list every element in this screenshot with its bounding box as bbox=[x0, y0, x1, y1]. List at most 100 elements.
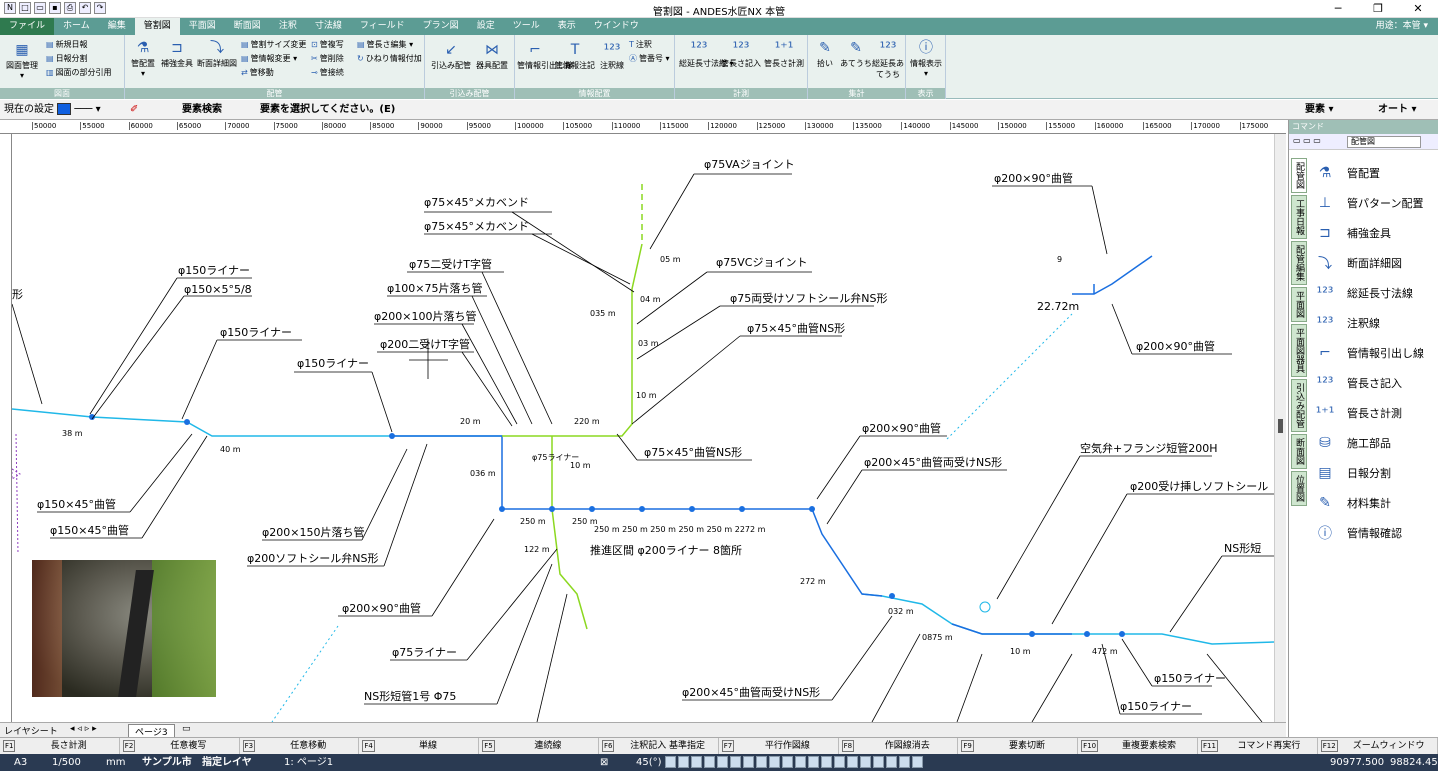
label-200-valve[interactable]: φ200ソフトシール弁NS形 bbox=[247, 551, 378, 565]
tab-pipe-drawing[interactable]: 管割図 bbox=[134, 18, 180, 35]
tab-plan[interactable]: 平面図 bbox=[180, 18, 225, 35]
label-200-90-bend-3[interactable]: φ200×90°曲管 bbox=[1136, 339, 1215, 353]
label-75vc-joint[interactable]: φ75VCジョイント bbox=[716, 256, 807, 269]
label-150-liner-4[interactable]: φ150ライナー bbox=[1154, 672, 1226, 685]
sheet-nav-buttons[interactable]: ◂ ◃ ▹ ▸ bbox=[70, 724, 97, 734]
fkey-f12[interactable]: F12 ズームウィンドウ bbox=[1318, 738, 1438, 754]
cmd-reinforce[interactable]: ⊐ 補強金具 bbox=[1313, 222, 1391, 244]
annotation-button[interactable]: T 注釈 bbox=[629, 39, 652, 50]
panel-category-select[interactable]: 配管図 bbox=[1347, 136, 1421, 148]
current-setting[interactable]: 現在の設定 ─── ▾ bbox=[4, 102, 101, 118]
panel-tool-icons[interactable]: ▭ ▭ ▭ bbox=[1293, 136, 1321, 145]
partial-quote-button[interactable]: ▥ 図面の部分引用 bbox=[46, 67, 112, 78]
label-75-45-bend-1[interactable]: φ75×45°曲管NS形 bbox=[747, 321, 845, 335]
new-report-button[interactable]: ▤ 新規日報 bbox=[46, 39, 88, 50]
tab-tools[interactable]: ツール bbox=[504, 18, 549, 35]
section-detail-button[interactable]: ⤵ 断面詳細図 bbox=[195, 39, 239, 69]
tab-window[interactable]: ウインドウ bbox=[585, 18, 648, 35]
cmd-note-line[interactable]: ¹²³ 注釈線 bbox=[1313, 312, 1380, 334]
label-100-75-reducer[interactable]: φ100×75片落ち管 bbox=[387, 281, 482, 295]
cmd-pipe-pattern[interactable]: ⊥ 管パターン配置 bbox=[1313, 192, 1424, 214]
label-75-liner[interactable]: φ75ライナー bbox=[392, 646, 457, 659]
label-ns-short-pipe[interactable]: NS形短管1号 Φ75 bbox=[364, 689, 456, 703]
cmd-pipe-info-check[interactable]: ⓘ 管情報確認 bbox=[1313, 522, 1402, 544]
vtab-plan-fixture[interactable]: 平面図器具 bbox=[1291, 324, 1307, 377]
tab-settings[interactable]: 設定 bbox=[468, 18, 504, 35]
label-200-90-bend-2[interactable]: φ200×90°曲管 bbox=[994, 171, 1073, 185]
cmd-total-dimension[interactable]: ¹²³ 総延長寸法線 bbox=[1313, 282, 1413, 304]
tab-plan-drawing[interactable]: プラン図 bbox=[414, 18, 468, 35]
status-scale[interactable]: 1/500 bbox=[52, 754, 81, 771]
layer-sheet-tab[interactable]: レイヤシート bbox=[4, 724, 58, 737]
label-150-45-bend-1[interactable]: φ150×45°曲管 bbox=[37, 497, 116, 511]
cmd-section-detail[interactable]: ⤵ 断面詳細図 bbox=[1313, 252, 1402, 274]
pipe-copy-button[interactable]: ⊡ 管複写 bbox=[311, 39, 344, 50]
vtab-pipe-drawing[interactable]: 配管図 bbox=[1291, 158, 1307, 193]
total-dimension-button[interactable]: ¹²³ 総延長寸法線 ▾ bbox=[679, 39, 734, 69]
label-150-liner-1[interactable]: φ150ライナー bbox=[178, 264, 250, 277]
label-75-45-mechabend-2[interactable]: φ75×45°メカベンド bbox=[424, 220, 529, 233]
cmd-material-total[interactable]: ✎ 材料集計 bbox=[1313, 492, 1391, 514]
vtab-location[interactable]: 位置図 bbox=[1291, 471, 1307, 506]
pipe-delete-button[interactable]: ✂ 管削除 bbox=[311, 53, 344, 64]
tab-home[interactable]: ホーム bbox=[54, 18, 99, 35]
fkey-f3[interactable]: F3 任意移動 bbox=[240, 738, 360, 754]
label-200-150-reducer[interactable]: φ200×150片落ち管 bbox=[262, 525, 364, 539]
label-75va-joint[interactable]: φ75VAジョイント bbox=[704, 158, 795, 171]
fkey-f10[interactable]: F10 重複要素検索 bbox=[1078, 738, 1198, 754]
cmd-report-split[interactable]: ▤ 日報分割 bbox=[1313, 462, 1391, 484]
label-ns-short[interactable]: NS形短 bbox=[1224, 541, 1261, 555]
close-button[interactable]: ✕ bbox=[1398, 0, 1438, 18]
label-150-45-bend-2[interactable]: φ150×45°曲管 bbox=[50, 523, 129, 537]
fkey-f6[interactable]: F6 注釈記入 基準指定 bbox=[599, 738, 719, 754]
fkey-f1[interactable]: F1 長さ計測 bbox=[0, 738, 120, 754]
tab-annotation[interactable]: 注釈 bbox=[270, 18, 306, 35]
info-display-button[interactable]: ⓘ 情報表示 ▾ bbox=[908, 39, 944, 78]
tab-file[interactable]: ファイル bbox=[0, 18, 55, 35]
status-snap-icon[interactable]: ⊠ bbox=[600, 754, 608, 771]
element-search-button[interactable]: 要素検索 bbox=[182, 102, 222, 118]
label-150-5deg[interactable]: φ150×5°5/8 bbox=[184, 283, 252, 296]
fkey-f11[interactable]: F11 コマンド再実行 bbox=[1198, 738, 1318, 754]
vtab-pipe-edit[interactable]: 配管編集 bbox=[1291, 241, 1307, 285]
length-write-button[interactable]: ¹²³ 管長さ記入 bbox=[719, 39, 763, 69]
pipe-number-button[interactable]: Ⓐ 管番号 ▾ bbox=[629, 53, 670, 64]
fkey-f5[interactable]: F5 連続線 bbox=[479, 738, 599, 754]
label-jacking-section[interactable]: 推進区間 φ200ライナー 8箇所 bbox=[590, 543, 742, 557]
label-200-90-bend-1[interactable]: φ200×90°曲管 bbox=[342, 601, 421, 615]
label-200-100-reducer[interactable]: φ200×100片落ち管 bbox=[374, 309, 476, 323]
vtab-section[interactable]: 断面図 bbox=[1291, 434, 1307, 469]
status-tool-icons[interactable] bbox=[665, 756, 923, 768]
tab-field[interactable]: フィールド bbox=[351, 18, 414, 35]
status-angle[interactable]: 45(°) bbox=[636, 754, 662, 771]
minimize-button[interactable]: ─ bbox=[1318, 0, 1358, 18]
label-partial[interactable]: 形 bbox=[12, 288, 23, 301]
usage-select[interactable]: 用途：本管 ▾ bbox=[1376, 18, 1428, 35]
reinforce-button[interactable]: ⊐ 補強金具 bbox=[159, 39, 195, 69]
tab-section[interactable]: 断面図 bbox=[225, 18, 270, 35]
pipe-info-change-button[interactable]: ▤ 管情報変更 ▾ bbox=[241, 53, 297, 64]
pipe-move-button[interactable]: ⇄ 管移動 bbox=[241, 67, 274, 78]
pen-icon[interactable]: ✐ bbox=[130, 102, 138, 118]
label-75-45-bend-2[interactable]: φ75×45°曲管NS形 bbox=[644, 445, 742, 459]
cmd-info-leader[interactable]: ⌐ 管情報引出し線 bbox=[1313, 342, 1424, 364]
label-200-tee[interactable]: φ200二受けT字管 bbox=[380, 337, 470, 351]
service-pipe-button[interactable]: ↙ 引込み配管 bbox=[429, 41, 473, 71]
ateuchi-button[interactable]: ✎ あてうち bbox=[840, 39, 872, 69]
label-150-liner-3[interactable]: φ150ライナー bbox=[297, 357, 369, 370]
pipe-connect-button[interactable]: ⊸ 管接続 bbox=[311, 67, 344, 78]
info-note-button[interactable]: T 管情報注記 bbox=[555, 41, 595, 71]
label-200-45-bend-1[interactable]: φ200×45°曲管両受けNS形 bbox=[864, 455, 1002, 469]
tab-dimension[interactable]: 寸法線 bbox=[306, 18, 351, 35]
label-150-liner-2[interactable]: φ150ライナー bbox=[220, 326, 292, 339]
fkey-f9[interactable]: F9 要素切断 bbox=[958, 738, 1079, 754]
status-layer[interactable]: 指定レイヤ bbox=[202, 754, 252, 771]
pipe-place-button[interactable]: ⚗ 管配置 ▾ bbox=[127, 39, 159, 78]
fkey-f8[interactable]: F8 作図線消去 bbox=[839, 738, 959, 754]
cmd-pipe-place[interactable]: ⚗ 管配置 bbox=[1313, 162, 1380, 184]
drawing-manage-button[interactable]: ▦ 図面管理 ▾ bbox=[3, 41, 41, 80]
label-200-45-bend-2[interactable]: φ200×45°曲管両受けNS形 bbox=[682, 685, 820, 699]
restore-button[interactable]: ❐ bbox=[1358, 0, 1398, 18]
tab-edit[interactable]: 編集 bbox=[99, 18, 135, 35]
split-report-button[interactable]: ▤ 日報分割 bbox=[46, 53, 88, 64]
